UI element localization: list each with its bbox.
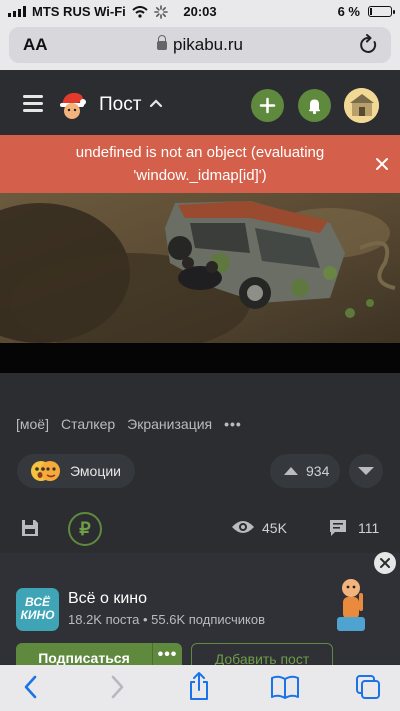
more-tags-icon[interactable]: ••• xyxy=(224,416,242,432)
downvote-button[interactable] xyxy=(349,454,383,488)
mascot-icon xyxy=(337,579,365,631)
back-icon[interactable] xyxy=(21,674,41,700)
chevron-up-icon[interactable] xyxy=(149,98,163,108)
battery-icon xyxy=(368,6,395,17)
add-post-button[interactable] xyxy=(251,89,284,122)
error-message-line1: undefined is not an object (evaluating xyxy=(75,144,325,161)
comments-count: 111 xyxy=(358,520,380,536)
card-close-button[interactable] xyxy=(374,552,396,574)
tag-list: [моё] Сталкер Экранизация ••• xyxy=(16,416,242,432)
site-header: Пост xyxy=(0,70,400,135)
tag-item[interactable]: Сталкер xyxy=(61,416,115,432)
donate-button[interactable]: ₽ xyxy=(68,512,102,546)
url-text: pikabu.ru xyxy=(173,35,243,54)
community-name[interactable]: Всё о кино xyxy=(68,590,147,608)
error-banner: undefined is not an object (evaluating '… xyxy=(0,135,400,193)
post-image[interactable] xyxy=(0,193,400,343)
notifications-button[interactable] xyxy=(298,89,331,122)
comment-icon[interactable] xyxy=(328,518,348,538)
status-bar: MTS RUS Wi-Fi 20:03 6 % xyxy=(0,0,400,22)
share-icon[interactable] xyxy=(187,671,211,701)
browser-toolbar xyxy=(0,665,400,711)
lock-icon xyxy=(157,35,168,50)
save-icon[interactable] xyxy=(20,518,40,538)
page-title[interactable]: Пост xyxy=(99,94,141,116)
arrow-down-icon xyxy=(358,467,374,475)
bookmarks-icon[interactable] xyxy=(270,674,300,700)
tag-item[interactable]: [моё] xyxy=(16,416,49,432)
image-letterbox xyxy=(0,343,400,373)
forward-icon[interactable] xyxy=(107,674,127,700)
community-stats: 18.2K поста • 55.6K подписчиков xyxy=(68,612,265,627)
close-icon[interactable] xyxy=(375,157,389,171)
address-bar[interactable]: AA pikabu.ru xyxy=(9,27,391,63)
upvote-button[interactable]: 934 xyxy=(270,454,340,488)
community-logo[interactable]: ВСЁ КИНО xyxy=(16,588,59,631)
views-count: 45K xyxy=(262,520,287,536)
error-message-line2: 'window._idmap[id]') xyxy=(133,167,267,184)
eye-icon xyxy=(232,521,254,533)
emotions-button[interactable]: Эмоции xyxy=(17,454,135,488)
rating-value: 934 xyxy=(306,463,330,479)
close-icon xyxy=(380,558,390,568)
menu-icon[interactable] xyxy=(23,95,43,112)
reload-icon[interactable] xyxy=(359,34,379,56)
tag-item[interactable]: Экранизация xyxy=(127,416,212,432)
browser-top-bar: AA pikabu.ru xyxy=(0,22,400,70)
emotions-icon xyxy=(31,461,60,481)
battery-percent: 6 % xyxy=(337,4,360,19)
plus-icon xyxy=(259,97,276,114)
user-avatar[interactable] xyxy=(344,88,379,123)
emotions-label: Эмоции xyxy=(70,463,121,479)
pikabu-logo-icon[interactable] xyxy=(56,88,88,120)
tabs-icon[interactable] xyxy=(355,674,381,700)
arrow-up-icon xyxy=(284,467,298,475)
bell-icon xyxy=(309,99,320,115)
